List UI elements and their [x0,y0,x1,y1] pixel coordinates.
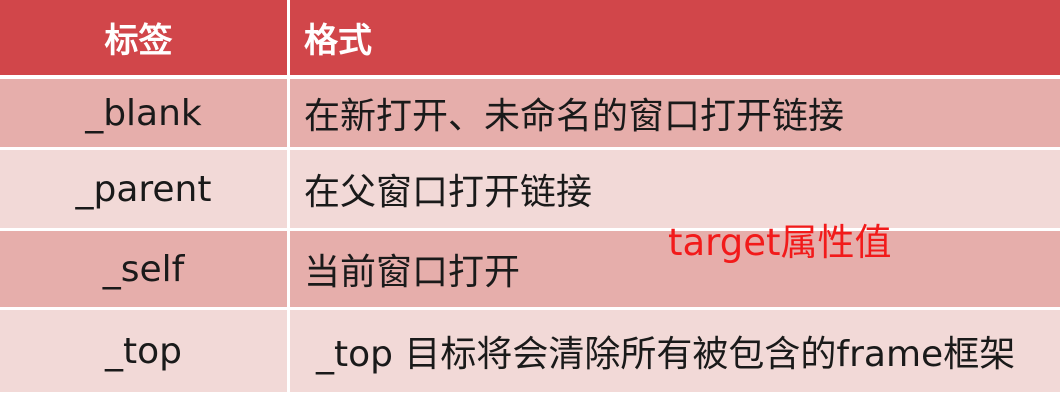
table-row: _top _top 目标将会清除所有被包含的frame框架 [0,310,1060,392]
tag-cell-blank: _blank [0,79,290,147]
header-format-cell: 格式 [304,21,372,61]
tag-cell-parent: _parent [0,150,290,228]
tag-cell-top: _top [0,310,290,392]
table-row: _parent 在父窗口打开链接 [0,150,1060,231]
bottom-divider [0,392,1060,403]
header-tag-cell: 标签 [0,0,290,75]
format-cell-top: _top 目标将会清除所有被包含的frame框架 [316,334,1016,375]
table-row: _blank 在新打开、未命名的窗口打开链接 [0,79,1060,150]
target-attribute-table: 标签 格式 _blank 在新打开、未命名的窗口打开链接 _parent 在父窗… [0,0,1060,392]
tag-cell-self: _self [0,231,290,307]
table-header-row: 标签 格式 [0,0,1060,79]
format-cell-blank: 在新打开、未命名的窗口打开链接 [304,96,845,137]
target-attribute-annotation: target属性值 [668,221,892,264]
table-row: _self 当前窗口打开 [0,231,1060,310]
